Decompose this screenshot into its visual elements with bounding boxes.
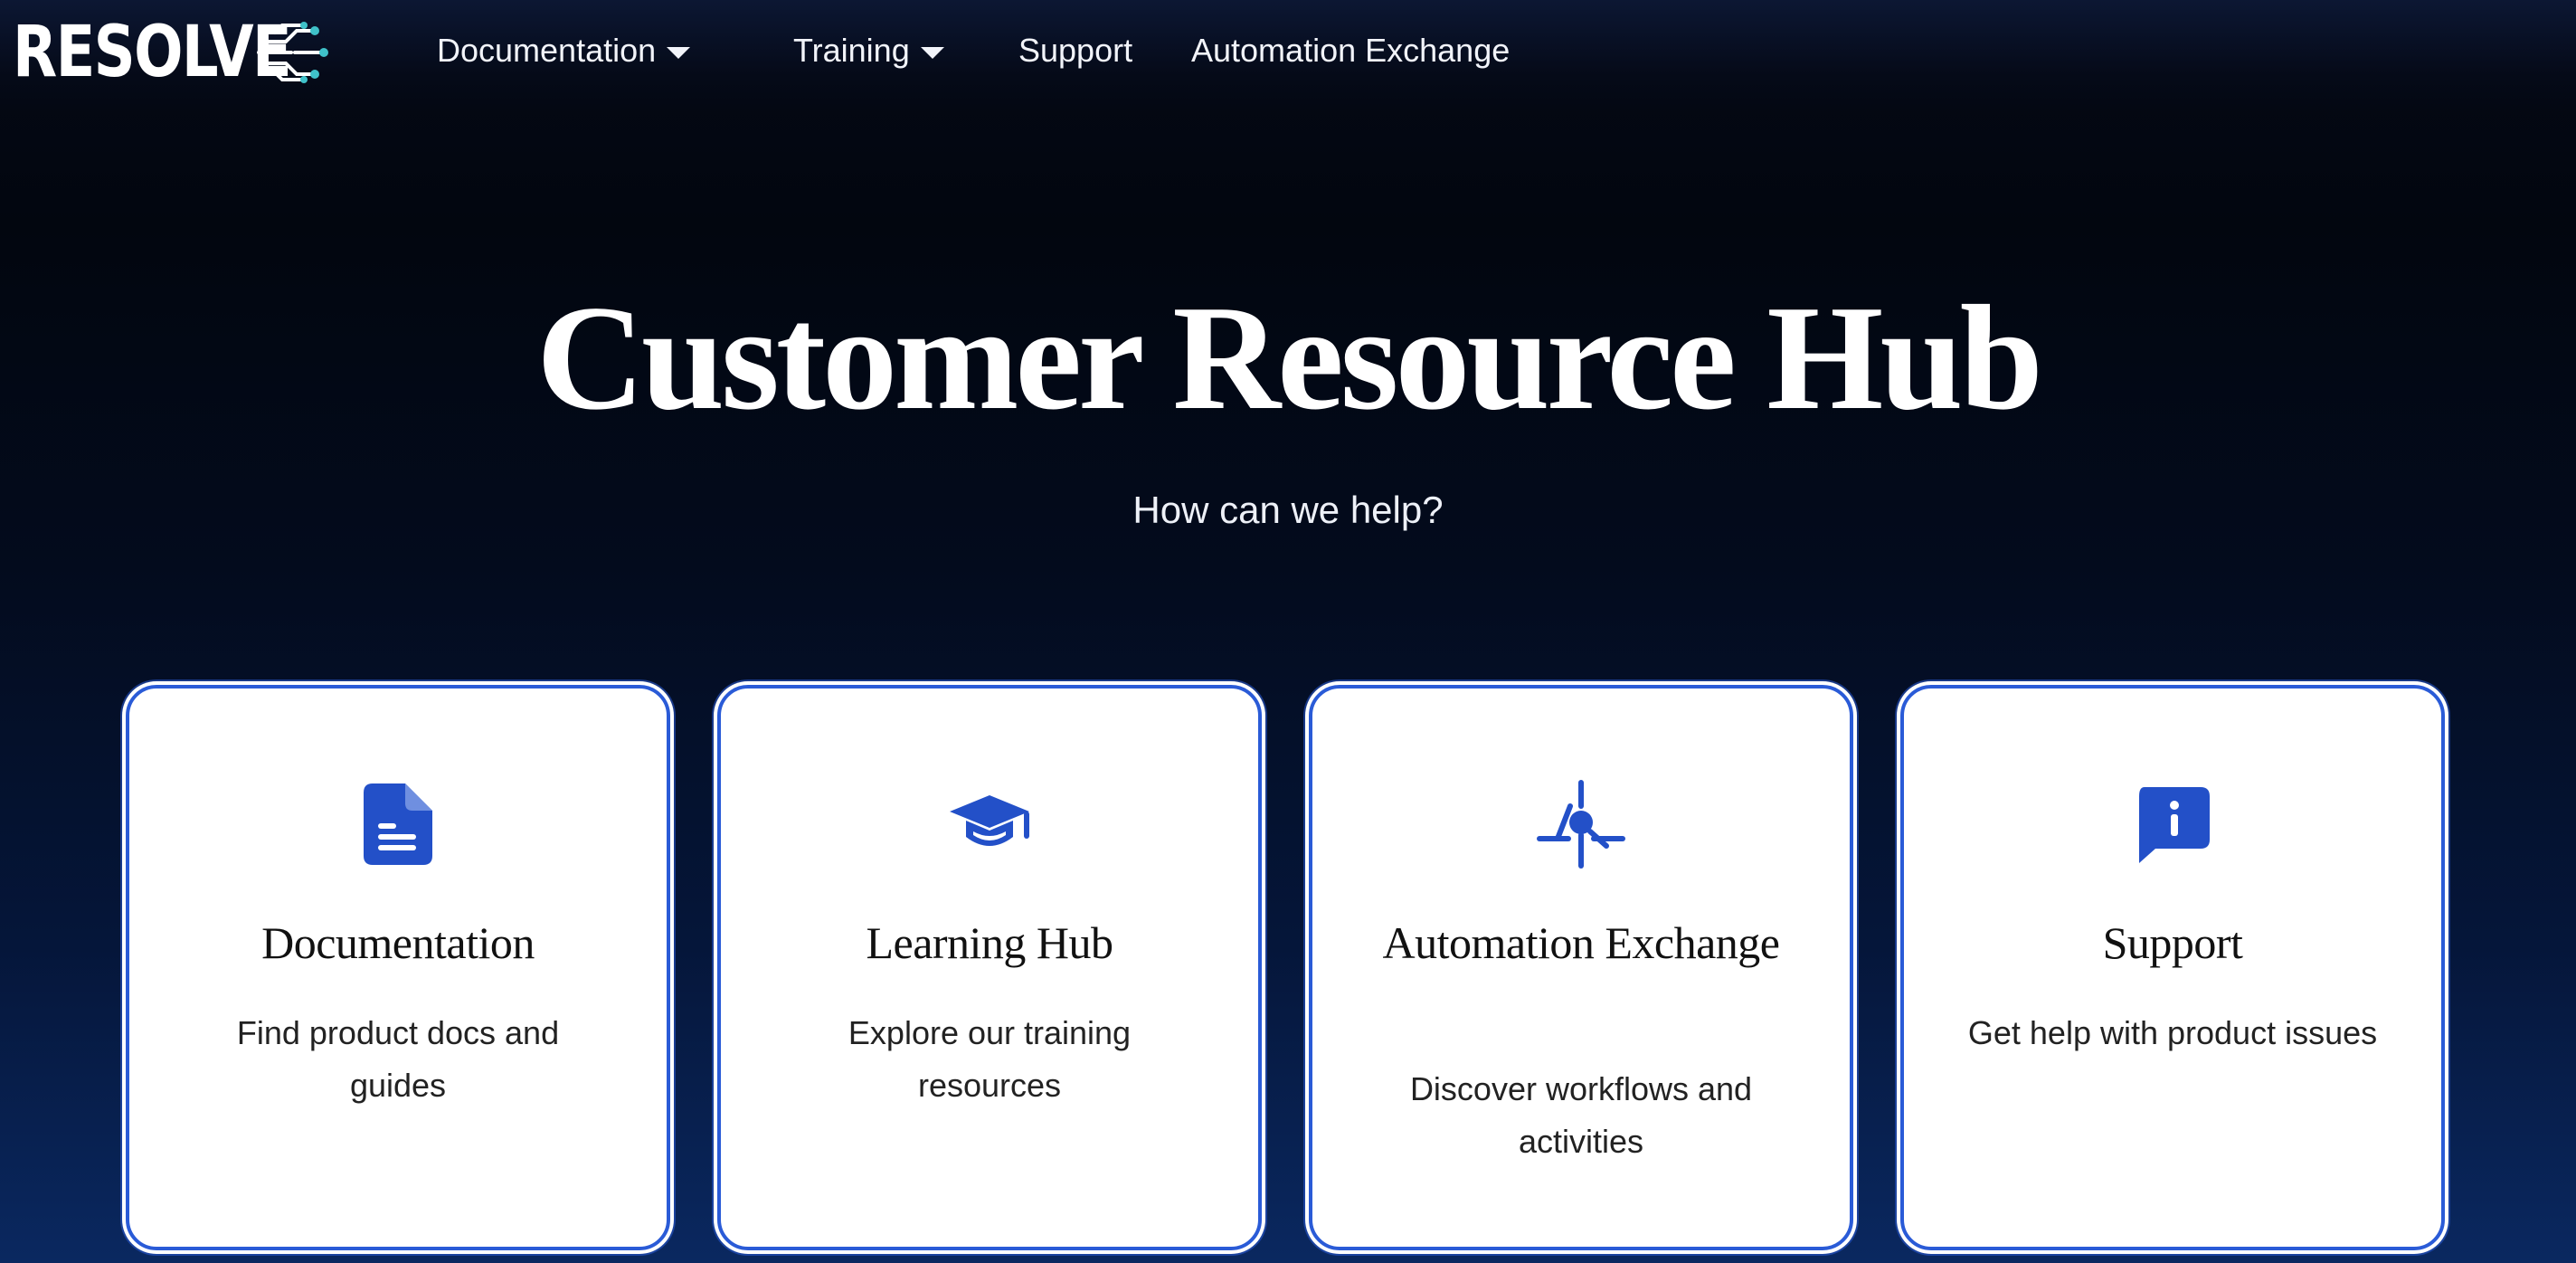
nav-item-label: Training [793, 32, 910, 69]
circuit-logo-icon [257, 22, 328, 83]
card-support[interactable]: Support Get help with product issues [1900, 685, 2445, 1250]
card-documentation[interactable]: Documentation Find product docs and guid… [126, 685, 670, 1250]
card-title: Support [2102, 917, 2243, 968]
card-learning-hub[interactable]: Learning Hub Explore our training resour… [717, 685, 1262, 1250]
caret-down-icon [667, 46, 691, 59]
page-title: Customer Resource Hub [536, 274, 2043, 441]
caret-down-icon [920, 46, 944, 59]
nav-item-support[interactable]: Support [1018, 0, 1132, 101]
card-description: Explore our training resources [848, 1014, 1132, 1104]
card-title: Documentation [261, 917, 535, 968]
card-description: Discover workflows and activities [1409, 1070, 1753, 1160]
nav-item-label: Documentation [437, 32, 657, 69]
card-automation-exchange[interactable]: Automation Exchange Discover workflows a… [1309, 685, 1853, 1250]
nav-item-automation-exchange[interactable]: Automation Exchange [1191, 0, 1510, 101]
card-title: Automation Exchange [1382, 917, 1781, 968]
page-subtitle: How can we help? [1132, 489, 1444, 531]
top-navigation-bar: RESOLVE Documentation Training Support A… [0, 0, 2576, 109]
resolve-logo[interactable]: RESOLVE [13, 16, 351, 89]
nav-item-training[interactable]: Training [793, 0, 944, 101]
card-description: Get help with product issues [1967, 1014, 2378, 1051]
logo-text: RESOLVE [13, 12, 292, 93]
document-icon [364, 783, 432, 865]
nav-item-label: Automation Exchange [1191, 32, 1511, 69]
info-chat-icon [2139, 787, 2210, 863]
automation-icon [1537, 780, 1625, 869]
graduation-cap-icon [950, 795, 1029, 846]
nav-item-documentation[interactable]: Documentation [437, 0, 691, 101]
card-description: Find product docs and guides [236, 1014, 560, 1104]
nav-item-label: Support [1018, 32, 1133, 69]
card-title: Learning Hub [866, 917, 1113, 968]
